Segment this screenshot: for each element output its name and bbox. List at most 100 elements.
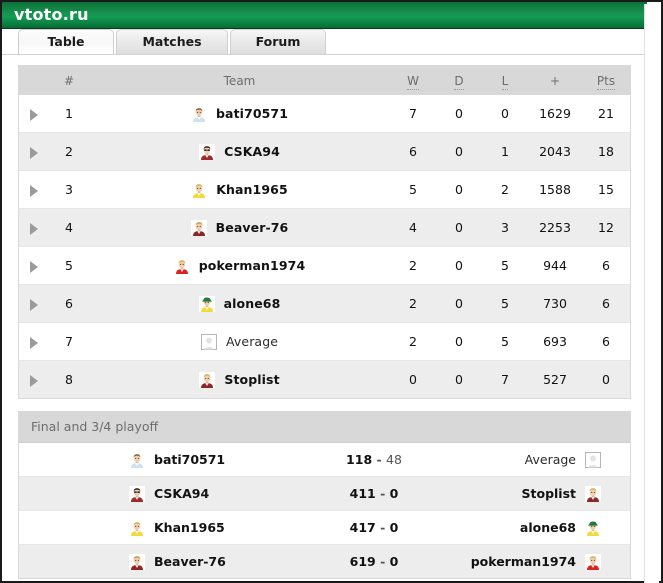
- expand-cell[interactable]: [19, 322, 49, 361]
- col-plus: +: [528, 66, 582, 95]
- home-team-name[interactable]: bati70571: [154, 452, 225, 467]
- team-cell[interactable]: alone68: [89, 284, 390, 323]
- away-team-name[interactable]: alone68: [520, 520, 576, 535]
- team-name[interactable]: CSKA94: [224, 144, 280, 159]
- standings-header-row: # Team W D L + Pts: [19, 66, 630, 95]
- team-cell[interactable]: CSKA94: [89, 132, 390, 171]
- team-name[interactable]: Beaver-76: [216, 220, 289, 235]
- away-score: 48: [386, 452, 402, 467]
- playoff-title: Final and 3/4 playoff: [19, 412, 630, 442]
- table-row[interactable]: 6 alone68 2 0 5 730 6: [19, 284, 630, 323]
- team-name[interactable]: Stoplist: [224, 372, 279, 387]
- chevron-right-icon[interactable]: [30, 336, 38, 349]
- chevron-right-icon[interactable]: [30, 108, 38, 121]
- score-separator: -: [375, 520, 390, 535]
- expand-cell[interactable]: [19, 208, 49, 247]
- away-team-name[interactable]: Stoplist: [522, 486, 577, 501]
- team-cell[interactable]: Stoplist: [89, 360, 390, 398]
- home-team-name[interactable]: Khan1965: [154, 520, 225, 535]
- chevron-right-icon[interactable]: [30, 374, 38, 387]
- avatar-cska: [199, 143, 216, 160]
- expand-cell[interactable]: [19, 132, 49, 171]
- plus-cell: 2253: [528, 208, 582, 247]
- home-team-cell[interactable]: CSKA94: [19, 476, 319, 511]
- col-wins: W: [390, 66, 436, 95]
- expand-cell[interactable]: [19, 170, 49, 209]
- table-row[interactable]: 7 Average 2 0 5 693 6: [19, 322, 630, 361]
- table-row[interactable]: 2 CSKA94 6 0 1 2043 18: [19, 132, 630, 171]
- chevron-right-icon[interactable]: [30, 184, 38, 197]
- tab-table[interactable]: Table: [18, 29, 114, 54]
- plus-cell: 1629: [528, 95, 582, 133]
- plus-cell: 730: [528, 284, 582, 323]
- losses-cell: 5: [482, 322, 528, 361]
- expand-cell[interactable]: [19, 246, 49, 285]
- chevron-right-icon[interactable]: [30, 260, 38, 273]
- home-team-name[interactable]: Beaver-76: [154, 554, 226, 569]
- points-cell: 12: [582, 208, 630, 247]
- team-name[interactable]: alone68: [224, 296, 281, 311]
- plus-cell: 693: [528, 322, 582, 361]
- chevron-right-icon[interactable]: [30, 298, 38, 311]
- col-draws: D: [436, 66, 482, 95]
- home-team-cell[interactable]: Khan1965: [19, 510, 319, 545]
- home-team-cell[interactable]: bati70571: [19, 442, 319, 477]
- away-team-cell[interactable]: pokerman1974: [429, 544, 630, 578]
- team-cell[interactable]: Average: [89, 322, 390, 361]
- team-name[interactable]: bati70571: [216, 106, 288, 121]
- col-points-label: Pts: [596, 73, 616, 90]
- team-cell[interactable]: bati70571: [89, 95, 390, 133]
- away-team-cell[interactable]: alone68: [429, 510, 630, 545]
- team-name[interactable]: Khan1965: [216, 182, 288, 197]
- home-team-name[interactable]: CSKA94: [154, 486, 209, 501]
- rank-cell: 2: [49, 132, 89, 171]
- losses-cell: 5: [482, 284, 528, 323]
- playoff-row[interactable]: Beaver-76 619 - 0 pokerman1974: [19, 544, 630, 578]
- team-cell[interactable]: pokerman1974: [89, 246, 390, 285]
- team-cell[interactable]: Khan1965: [89, 170, 390, 209]
- tab-forum[interactable]: Forum: [230, 29, 326, 54]
- avatar-stoplist: [585, 485, 601, 502]
- away-team-name[interactable]: Average: [525, 452, 576, 467]
- rank-cell: 6: [49, 284, 89, 323]
- tab-matches[interactable]: Matches: [116, 29, 228, 54]
- playoff-table: bati70571 118 - 48 Average CSKA94 411 - 0 Sto…: [19, 442, 630, 578]
- expand-cell[interactable]: [19, 284, 49, 323]
- tab-bar: Table Matches Forum: [2, 29, 647, 55]
- home-team-cell[interactable]: Beaver-76: [19, 544, 319, 578]
- expand-cell[interactable]: [19, 95, 49, 133]
- plus-cell: 1588: [528, 170, 582, 209]
- away-team-cell[interactable]: Average: [429, 442, 630, 477]
- avatar-beaver: [129, 553, 145, 570]
- avatar-stoplist: [199, 371, 216, 388]
- playoff-row[interactable]: bati70571 118 - 48 Average: [19, 442, 630, 477]
- chevron-right-icon[interactable]: [30, 146, 38, 159]
- team-name[interactable]: pokerman1974: [199, 258, 306, 273]
- score-separator: -: [372, 452, 387, 467]
- chevron-right-icon[interactable]: [30, 222, 38, 235]
- playoff-row[interactable]: CSKA94 411 - 0 Stoplist: [19, 476, 630, 511]
- table-row[interactable]: 4 Beaver-76 4 0 3 2253 12: [19, 208, 630, 247]
- col-wins-label: W: [407, 73, 419, 90]
- table-row[interactable]: 1 bati70571 7 0 0 1629 21: [19, 95, 630, 133]
- team-cell[interactable]: Beaver-76: [89, 208, 390, 247]
- wins-cell: 7: [390, 95, 436, 133]
- away-team-name[interactable]: pokerman1974: [471, 554, 576, 569]
- site-header: vtoto.ru: [2, 2, 647, 29]
- rank-cell: 7: [49, 322, 89, 361]
- home-score: 417: [349, 520, 376, 535]
- table-row[interactable]: 5 pokerman1974 2 0 5 944 6: [19, 246, 630, 285]
- wins-cell: 2: [390, 322, 436, 361]
- table-row[interactable]: 3 Khan1965 5 0 2 1588 15: [19, 170, 630, 209]
- rank-cell: 3: [49, 170, 89, 209]
- playoff-panel: Final and 3/4 playoff bati70571 118 - 48 A…: [18, 411, 631, 579]
- team-name[interactable]: Average: [226, 334, 278, 349]
- score-cell: 619 - 0: [319, 544, 429, 578]
- table-row[interactable]: 8 Stoplist 0 0 7 527 0: [19, 360, 630, 398]
- expand-cell[interactable]: [19, 360, 49, 398]
- col-expand: [19, 66, 49, 95]
- draws-cell: 0: [436, 284, 482, 323]
- away-team-cell[interactable]: Stoplist: [429, 476, 630, 511]
- standings-body: 1 bati70571 7 0 0 1629 21 2 CSKA94 6 0 1 2043 18 3 Khan…: [19, 95, 630, 398]
- playoff-row[interactable]: Khan1965 417 - 0 alone68: [19, 510, 630, 545]
